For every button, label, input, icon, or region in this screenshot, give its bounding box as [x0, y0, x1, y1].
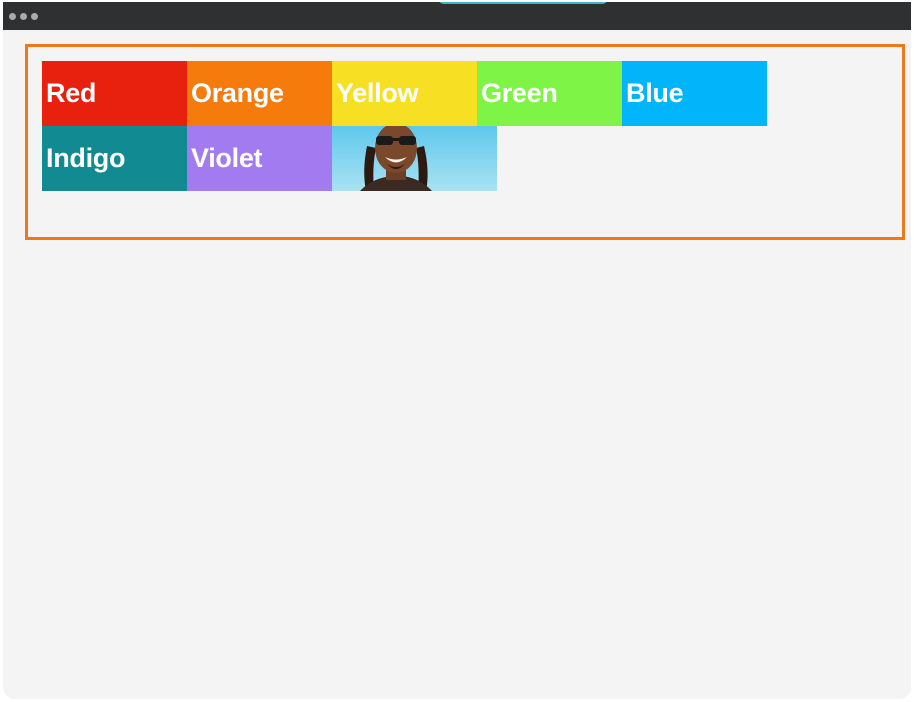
box-green: Green: [477, 61, 622, 126]
person-sunglasses-photo-icon: [332, 126, 497, 191]
box-red: Red: [42, 61, 187, 126]
box-violet: Violet: [187, 126, 332, 191]
tab-accent: [438, 2, 608, 4]
box-orange: Orange: [187, 61, 332, 126]
window-dot-icon[interactable]: [9, 13, 16, 20]
box-indigo: Indigo: [42, 126, 187, 191]
window-dot-icon[interactable]: [31, 13, 38, 20]
box-blue: Blue: [622, 61, 767, 126]
box-yellow: Yellow: [332, 61, 477, 126]
title-bar: [3, 2, 911, 30]
window-dot-icon[interactable]: [20, 13, 27, 20]
window-controls[interactable]: [9, 13, 38, 20]
browser-window: Red Orange Yellow Green Blue Indigo Viol…: [3, 2, 911, 699]
